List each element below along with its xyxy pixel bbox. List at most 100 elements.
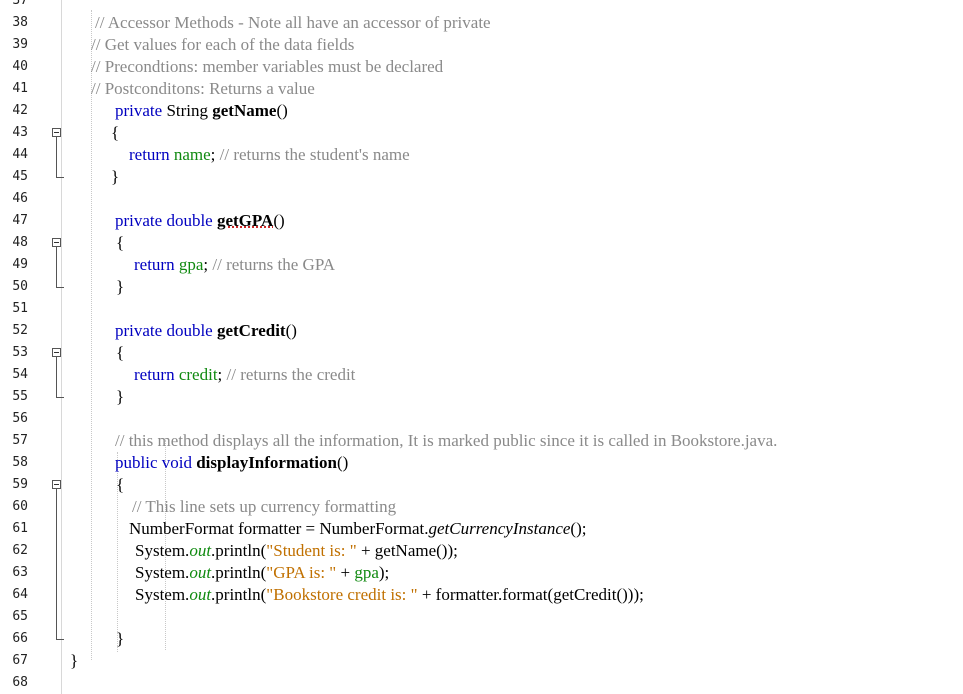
line-number: 40 — [12, 59, 28, 74]
string-literal: "Bookstore credit is: " — [266, 585, 418, 604]
line-number: 50 — [12, 279, 28, 294]
line-number: 52 — [12, 323, 28, 338]
code-line-50: } — [116, 277, 125, 296]
code-text: System. — [135, 585, 190, 604]
line-number: 51 — [12, 301, 28, 316]
code-text: (); — [570, 519, 587, 538]
code-line-49: return gpa; // returns the GPA — [134, 254, 335, 276]
line-number: 48 — [12, 235, 28, 250]
line-number: 65 — [12, 609, 28, 624]
code-text: + formatter.format(getCredit())); — [417, 585, 644, 604]
code-line-40: // Precondtions: member variables must b… — [91, 57, 444, 76]
fold-range-line — [56, 247, 57, 287]
fold-end-marker — [56, 639, 64, 640]
fold-end-marker — [56, 287, 64, 288]
static-method: getCurrencyInstance — [428, 519, 571, 538]
method-name: getGPA — [216, 211, 274, 230]
code-line-43: { — [111, 123, 120, 142]
line-number: 67 — [12, 653, 28, 668]
line-number: 46 — [12, 191, 28, 206]
fold-collapse-icon[interactable] — [52, 238, 61, 247]
code-text: + — [336, 563, 355, 582]
line-number: 56 — [12, 411, 28, 426]
code-line-59: { — [116, 475, 125, 494]
params: () — [273, 211, 285, 230]
comment: // returns the GPA — [212, 255, 335, 274]
line-number: 41 — [12, 81, 28, 96]
code-text: ); — [378, 563, 390, 582]
code-line-45: } — [111, 167, 120, 186]
string-literal: "Student is: " — [266, 541, 357, 560]
code-text: System. — [135, 563, 190, 582]
fold-end-marker — [56, 397, 64, 398]
code-line-42: private String getName() — [115, 100, 288, 122]
keyword: public void — [115, 453, 192, 472]
line-number: 66 — [12, 631, 28, 646]
static-field: out — [189, 541, 212, 560]
code-text: .println( — [211, 563, 267, 582]
line-number: 58 — [12, 455, 28, 470]
line-number: 68 — [12, 675, 28, 690]
line-number: 59 — [12, 477, 28, 492]
code-line-53: { — [116, 343, 125, 362]
punct: ; — [210, 145, 220, 164]
line-number: 61 — [12, 521, 28, 536]
fold-range-line — [56, 357, 57, 397]
fold-end-marker — [56, 177, 64, 178]
punct: ; — [217, 365, 227, 384]
code-line-64: System.out.println("Bookstore credit is:… — [135, 584, 644, 606]
field-ref: gpa — [174, 255, 204, 274]
code-line-61: NumberFormat formatter = NumberFormat.ge… — [129, 518, 586, 540]
code-text: + getName()); — [356, 541, 458, 560]
string-literal: "GPA is: " — [266, 563, 337, 582]
line-number: 62 — [12, 543, 28, 558]
line-number: 54 — [12, 367, 28, 382]
line-number: 63 — [12, 565, 28, 580]
field-ref: credit — [174, 365, 218, 384]
code-line-48: { — [116, 233, 125, 252]
gutter-divider — [61, 0, 62, 694]
code-line-55: } — [116, 387, 125, 406]
comment: // returns the credit — [226, 365, 356, 384]
keyword: return — [129, 145, 170, 164]
code-line-47: private double getGPA() — [115, 210, 285, 232]
line-number: 43 — [12, 125, 28, 140]
fold-collapse-icon[interactable] — [52, 348, 61, 357]
field-ref: gpa — [354, 563, 379, 582]
code-editor[interactable]: 37 38 39 40 41 42 43 44 45 46 47 48 49 50 51 52 53 54 55 56… — [0, 0, 963, 694]
params: () — [285, 321, 297, 340]
line-number: 37 — [12, 0, 28, 8]
line-number-gutter: 37 38 39 40 41 42 43 44 45 46 47 48 49 50 51 52 53 54 55 56… — [0, 0, 61, 694]
fold-range-line — [56, 489, 57, 639]
code-line-41: // Postconditons: Returns a value — [91, 79, 315, 98]
code-line-52: private double getCredit() — [115, 320, 297, 342]
line-number: 57 — [12, 433, 28, 448]
code-line-54: return credit; // returns the credit — [134, 364, 355, 386]
code-text: .println( — [211, 541, 267, 560]
code-line-38: // Accessor Methods - Note all have an a… — [95, 13, 491, 32]
code-line-62: System.out.println("Student is: " + getN… — [135, 540, 458, 562]
static-field: out — [189, 585, 212, 604]
code-line-44: return name; // returns the student's na… — [129, 144, 410, 166]
comment: // returns the student's name — [219, 145, 410, 164]
code-line-63: System.out.println("GPA is: " + gpa); — [135, 562, 389, 584]
code-line-60: // This line sets up currency formatting — [132, 497, 397, 516]
line-number: 39 — [12, 37, 28, 52]
line-number: 47 — [12, 213, 28, 228]
line-number: 45 — [12, 169, 28, 184]
params: () — [336, 453, 349, 472]
code-line-57: // this method displays all the informat… — [115, 431, 778, 450]
method-name: displayInformation — [196, 453, 337, 472]
code-text: .println( — [211, 585, 267, 604]
type-name: String — [162, 101, 213, 120]
fold-collapse-icon[interactable] — [52, 480, 61, 489]
code-line-39: // Get values for each of the data field… — [91, 35, 355, 54]
method-name: getCredit — [216, 321, 286, 340]
code-text: NumberFormat formatter = NumberFormat. — [129, 519, 429, 538]
fold-collapse-icon[interactable] — [52, 128, 61, 137]
line-number: 55 — [12, 389, 28, 404]
fold-range-line — [56, 137, 57, 177]
keyword: private double — [115, 321, 213, 340]
keyword: private double — [115, 211, 213, 230]
line-number: 42 — [12, 103, 28, 118]
